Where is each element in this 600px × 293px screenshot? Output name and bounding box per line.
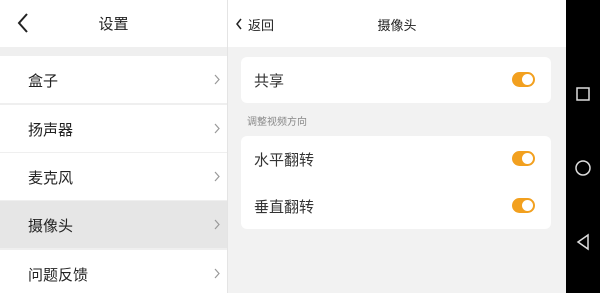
- orientation-card: 水平翻转 垂直翻转: [241, 136, 551, 229]
- triangle-back-icon[interactable]: [574, 233, 592, 251]
- square-icon[interactable]: [574, 85, 592, 103]
- sidebar-item-box[interactable]: 盒子: [0, 56, 227, 103]
- camera-header: 返回 摄像头: [228, 0, 566, 47]
- page-title: 设置: [98, 15, 129, 33]
- sidebar-item-label: 扬声器: [28, 121, 74, 139]
- sidebar-item-label: 问题反馈: [28, 266, 89, 284]
- system-nav-bar: [566, 0, 600, 293]
- vertical-flip-toggle[interactable]: [512, 198, 535, 213]
- app-screen: 设置 盒子 扬声器 麦克风 摄像头 问题反馈 返回 摄像头 共享 调整视频方向 …: [0, 0, 566, 293]
- horizontal-flip-label: 水平翻转: [254, 151, 315, 169]
- share-row: 共享: [241, 57, 551, 104]
- settings-sidebar: 设置 盒子 扬声器 麦克风 摄像头 问题反馈: [0, 0, 227, 293]
- sidebar-item-label: 盒子: [28, 72, 59, 90]
- sidebar-item-label: 摄像头: [28, 217, 74, 235]
- horizontal-flip-toggle[interactable]: [512, 151, 535, 166]
- sidebar-item-feedback[interactable]: 问题反馈: [0, 250, 227, 293]
- vertical-flip-row: 垂直翻转: [241, 183, 551, 230]
- share-card: 共享: [241, 57, 551, 103]
- chevron-right-icon: [214, 74, 220, 85]
- chevron-right-icon: [214, 268, 220, 279]
- sidebar-item-microphone[interactable]: 麦克风: [0, 153, 227, 200]
- vertical-flip-label: 垂直翻转: [254, 198, 315, 216]
- toggle-knob: [522, 200, 533, 211]
- sidebar-item-camera[interactable]: 摄像头: [0, 201, 227, 248]
- share-toggle[interactable]: [512, 72, 535, 87]
- sidebar-item-label: 麦克风: [28, 169, 74, 187]
- toggle-knob: [522, 74, 533, 85]
- sidebar-item-speaker[interactable]: 扬声器: [0, 105, 227, 152]
- chevron-right-icon: [214, 123, 220, 134]
- toggle-knob: [522, 153, 533, 164]
- horizontal-flip-row: 水平翻转: [241, 136, 551, 183]
- chevron-right-icon: [214, 171, 220, 182]
- section-label-video-orientation: 调整视频方向: [247, 117, 307, 128]
- sidebar-header: 设置: [0, 0, 227, 47]
- share-label: 共享: [254, 72, 285, 90]
- camera-settings-panel: 返回 摄像头 共享 调整视频方向 水平翻转 垂直翻转: [228, 0, 566, 293]
- chevron-right-icon: [214, 219, 220, 230]
- circle-icon[interactable]: [574, 159, 592, 177]
- camera-title: 摄像头: [377, 19, 417, 34]
